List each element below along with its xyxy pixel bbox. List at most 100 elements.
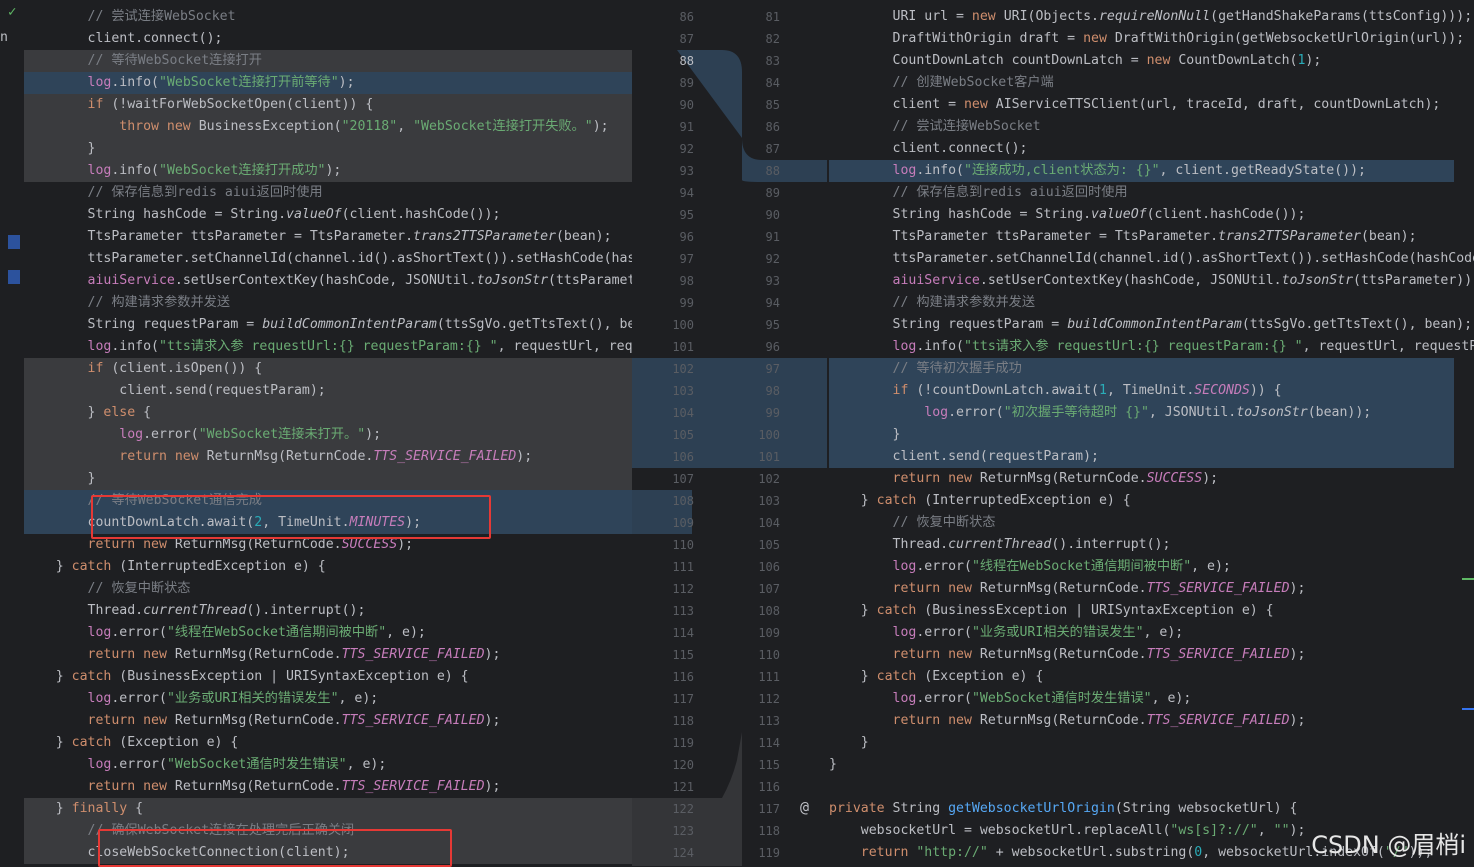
code-line: if (!countDownLatch.await(1, TimeUnit.SE… <box>829 380 1454 402</box>
code-line: // 创建WebSocket客户端 <box>892 75 1054 90</box>
line-number: 85 <box>765 98 780 112</box>
line-number: 102 <box>672 362 694 376</box>
line-number: 96 <box>679 230 694 244</box>
line-number: 86 <box>679 10 694 24</box>
code-line: String hashCode = String.valueOf(client.… <box>829 207 1306 222</box>
code-line: URI url = new URI(Objects.requireNonNull… <box>829 9 1473 24</box>
code-line: client.connect(); <box>829 141 1028 156</box>
line-number: 84 <box>765 76 780 90</box>
line-number: 106 <box>672 450 694 464</box>
code-line: } <box>24 468 632 490</box>
line-number: 95 <box>765 318 780 332</box>
line-number: 116 <box>672 670 694 684</box>
code-line: log.error("WebSocket通信时发生错误", e); <box>87 757 387 772</box>
line-number: 88 <box>679 54 694 68</box>
scroll-marker <box>1462 708 1474 710</box>
code-line: return new ReturnMsg(ReturnCode.TTS_SERV… <box>892 713 1306 728</box>
code-line: return new ReturnMsg(ReturnCode.TTS_SERV… <box>24 446 632 468</box>
code-line: aiuiService.setUserContextKey(hashCode, … <box>87 273 632 288</box>
highlight-box-await <box>91 495 491 539</box>
line-number: 107 <box>672 472 694 486</box>
line-number: 106 <box>758 560 780 574</box>
line-number: 111 <box>758 670 780 684</box>
line-number: 112 <box>758 692 780 706</box>
line-number: 112 <box>672 582 694 596</box>
line-number: 99 <box>765 406 780 420</box>
code-line: return new ReturnMsg(ReturnCode.SUCCESS)… <box>892 471 1219 486</box>
line-number: 81 <box>765 10 780 24</box>
left-diff-pane: ✓ n // 尝试连接WebSocket client.connect(); /… <box>0 0 632 866</box>
line-number: 89 <box>765 186 780 200</box>
scroll-marker <box>1462 578 1474 580</box>
line-number: 95 <box>679 208 694 222</box>
diff-gutter: 86 87 88 89 90 91 92 93 94 95 96 97 98 99 100 101 102 103… <box>632 0 827 866</box>
code-line: return new ReturnMsg(ReturnCode.TTS_SERV… <box>87 713 501 728</box>
line-number: 101 <box>758 450 780 464</box>
code-line: // 保存信息到redis aiui返回时使用 <box>892 185 1128 200</box>
line-number: 107 <box>758 582 780 596</box>
line-number: 92 <box>765 252 780 266</box>
line-number: 118 <box>672 714 694 728</box>
line-number: 94 <box>765 296 780 310</box>
code-line: // 恢复中断状态 <box>892 515 996 530</box>
line-number: 105 <box>672 428 694 442</box>
code-line: log.error("业务或URI相关的错误发生", e); <box>87 691 379 706</box>
code-line: } <box>24 138 632 160</box>
code-line: } <box>829 424 1454 446</box>
line-number: 118 <box>758 824 780 838</box>
code-line: } catch (InterruptedException e) { <box>829 493 1131 508</box>
code-line: } catch (Exception e) { <box>24 735 239 750</box>
line-number: 93 <box>679 164 694 178</box>
code-line: log.info("tts请求入参 requestUrl:{} requestP… <box>892 339 1474 354</box>
line-number: 82 <box>765 32 780 46</box>
line-number: 110 <box>672 538 694 552</box>
line-number: 90 <box>765 208 780 222</box>
line-number: 91 <box>765 230 780 244</box>
code-line: client.connect(); <box>24 31 223 46</box>
line-number: 105 <box>758 538 780 552</box>
code-line: log.info("连接成功,client状态为: {}", client.ge… <box>829 160 1454 182</box>
annotation-at-icon[interactable]: @ <box>800 798 809 816</box>
line-number: 102 <box>758 472 780 486</box>
code-line: log.error("线程在WebSocket通信期间被中断", e); <box>87 625 426 640</box>
code-line: ttsParameter.setChannelId(channel.id().a… <box>24 251 632 266</box>
code-line: // 恢复中断状态 <box>87 581 191 596</box>
code-line: log.info("tts请求入参 requestUrl:{} requestP… <box>87 339 632 354</box>
code-line: log.error("WebSocket通信时发生错误", e); <box>892 691 1192 706</box>
line-number: 117 <box>672 692 694 706</box>
code-line: } catch (InterruptedException e) { <box>24 559 326 574</box>
code-line: TtsParameter ttsParameter = TtsParameter… <box>829 229 1417 244</box>
line-number: 108 <box>758 604 780 618</box>
line-number: 98 <box>679 274 694 288</box>
code-line: Thread.currentThread().interrupt(); <box>24 603 366 618</box>
code-line: } catch (Exception e) { <box>829 669 1044 684</box>
code-line: if (!waitForWebSocketOpen(client)) { <box>24 94 632 116</box>
right-diff-pane: URI url = new URI(Objects.requireNonNull… <box>827 0 1474 866</box>
line-number: 89 <box>679 76 694 90</box>
code-line: Thread.currentThread().interrupt(); <box>829 537 1171 552</box>
line-number: 103 <box>758 494 780 508</box>
line-number: 103 <box>672 384 694 398</box>
line-number: 101 <box>672 340 694 354</box>
line-number: 113 <box>672 604 694 618</box>
code-line: log.error("初次握手等待超时 {}", JSONUtil.toJson… <box>829 402 1454 424</box>
line-number: 114 <box>672 626 694 640</box>
line-number: 88 <box>765 164 780 178</box>
line-number: 100 <box>672 318 694 332</box>
line-number: 122 <box>672 802 694 816</box>
line-number: 98 <box>765 384 780 398</box>
code-line: if (client.isOpen()) { <box>24 358 632 380</box>
line-number: 114 <box>758 736 780 750</box>
line-number: 115 <box>758 758 780 772</box>
code-line: } <box>829 757 837 772</box>
line-number: 119 <box>672 736 694 750</box>
code-line: String requestParam = buildCommonIntentP… <box>829 317 1473 332</box>
line-number: 115 <box>672 648 694 662</box>
side-char: n <box>0 30 8 45</box>
code-line: } catch (BusinessException | URISyntaxEx… <box>829 603 1274 618</box>
line-number: 123 <box>672 824 694 838</box>
code-line: client = new AIServiceTTSClient(url, tra… <box>829 97 1441 112</box>
line-number: 117 <box>758 802 780 816</box>
code-line: client.send(requestParam); <box>24 380 632 402</box>
line-number: 86 <box>765 120 780 134</box>
